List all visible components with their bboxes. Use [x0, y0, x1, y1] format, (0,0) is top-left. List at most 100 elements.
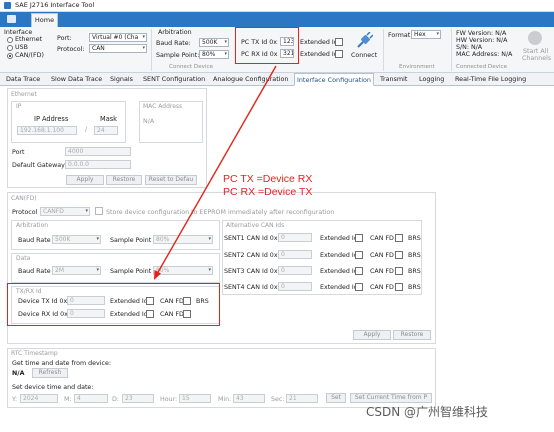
- store-eeprom-checkbox[interactable]: [95, 207, 103, 215]
- sent3-ext-label: Extended Id: [320, 268, 358, 275]
- port-select[interactable]: Virtual #0 (Cha ▾: [89, 33, 147, 42]
- sent3-canfd-checkbox[interactable]: [395, 267, 403, 275]
- tab-logging[interactable]: Logging: [417, 73, 446, 86]
- chevron-down-icon: ▾: [224, 51, 227, 57]
- chevron-down-icon: ▾: [208, 236, 211, 242]
- ethernet-title: Ethernet: [11, 91, 37, 98]
- connected-device-group-label: Connected Device: [456, 64, 508, 70]
- set-current-time-button[interactable]: Set Current Time from P: [350, 393, 432, 403]
- year-label: Y:: [12, 396, 18, 403]
- ethernet-apply-button[interactable]: Apply: [66, 175, 104, 185]
- serial-number: S/N: N/A: [456, 44, 483, 51]
- month-input[interactable]: 4: [74, 394, 108, 403]
- can-sample-point-label: Sample Point: [110, 237, 152, 244]
- sent4-can-id-label: SENT4 CAN Id 0x: [224, 284, 278, 291]
- baud-rate-select[interactable]: 500K ▾: [199, 38, 229, 47]
- start-all-channels-button[interactable]: Start All Channels: [519, 30, 551, 64]
- second-input[interactable]: 21: [286, 394, 318, 403]
- chevron-down-icon: ▾: [436, 31, 439, 37]
- pc-ids-highlight-box: [235, 27, 299, 64]
- tab-slow-data-trace[interactable]: Slow Data Trace: [49, 73, 104, 86]
- sent1-can-id-label: SENT1 CAN Id 0x: [224, 235, 278, 242]
- sent4-ext-checkbox[interactable]: [355, 283, 363, 291]
- mac-address-title: MAC Address: [143, 103, 183, 110]
- sent2-ext-label: Extended Id: [320, 252, 358, 259]
- radio-canfd[interactable]: [7, 53, 13, 59]
- tab-transmit[interactable]: Transmit: [378, 73, 409, 86]
- data-sample-point-select[interactable]: 80% ▾: [153, 266, 213, 275]
- ip-address-input[interactable]: 192.168.1.100: [17, 126, 77, 135]
- sent3-can-id-label: SENT3 CAN Id 0x: [224, 268, 278, 275]
- alternative-can-ids-title: Alternative CAN Ids: [226, 222, 285, 229]
- tab-signals[interactable]: Signals: [108, 73, 135, 86]
- sample-point-label: Sample Point:: [156, 52, 200, 59]
- hour-input[interactable]: 15: [179, 394, 211, 403]
- default-gateway-label: Default Gateway: [12, 162, 65, 169]
- sent2-canfd-label: CAN FD: [370, 252, 394, 259]
- year-input[interactable]: 2024: [20, 394, 58, 403]
- app-menu-icon[interactable]: [7, 15, 16, 23]
- port-input[interactable]: 4000: [65, 147, 131, 156]
- environment-group-label: Environment: [399, 64, 435, 70]
- tab-real-time-file-logging[interactable]: Real-Time File Logging: [453, 73, 528, 86]
- tab-interface-configuration[interactable]: Interface Configuration: [294, 73, 374, 86]
- rtc-title: RTC Timestamp: [11, 350, 58, 357]
- sent2-ext-checkbox[interactable]: [355, 251, 363, 259]
- sent2-canfd-checkbox[interactable]: [395, 251, 403, 259]
- format-select[interactable]: Hex ▾: [411, 30, 441, 39]
- chevron-down-icon: ▾: [85, 208, 88, 214]
- mask-label: Mask: [100, 115, 117, 123]
- ip-label: IP: [16, 103, 22, 110]
- hour-label: Hour:: [160, 396, 178, 403]
- reset-to-defaults-button[interactable]: Reset to Defau: [145, 175, 197, 185]
- default-gateway-input[interactable]: 0.0.0.0: [65, 160, 131, 169]
- connect-button[interactable]: Connect: [349, 30, 379, 62]
- tab-analogue-configuration[interactable]: Analogue Configuration: [211, 73, 290, 86]
- sent2-can-id-input[interactable]: 0: [278, 250, 312, 259]
- tab-data-trace[interactable]: Data Trace: [4, 73, 42, 86]
- tab-sent-configuration[interactable]: SENT Configuration: [141, 73, 207, 86]
- ribbon-separator: [451, 29, 452, 71]
- day-input[interactable]: 23: [122, 394, 154, 403]
- radio-usb[interactable]: [7, 45, 13, 51]
- set-time-button[interactable]: Set: [326, 393, 346, 403]
- can-protocol-label: Protocol: [12, 209, 38, 216]
- sent3-can-id-input[interactable]: 0: [278, 266, 312, 275]
- protocol-select[interactable]: CAN ▾: [89, 44, 147, 53]
- refresh-button[interactable]: Refresh: [32, 368, 68, 378]
- radio-canfd-label: CAN/(FD): [15, 52, 44, 59]
- sent1-can-id-input[interactable]: 0: [278, 233, 312, 242]
- can-sample-point-select[interactable]: 80% ▾: [153, 235, 213, 244]
- can-arbitration-title: Arbitration: [16, 222, 49, 229]
- second-label: Sec:: [271, 396, 285, 403]
- minute-input[interactable]: 43: [233, 394, 265, 403]
- arbitration-title: Arbitration: [158, 29, 192, 36]
- can-protocol-select[interactable]: CANFD ▾: [40, 207, 90, 216]
- sent4-can-id-input[interactable]: 0: [278, 282, 312, 291]
- radio-ethernet[interactable]: [7, 37, 13, 43]
- canfd-restore-button[interactable]: Restore: [393, 330, 431, 340]
- pc-tx-ext-checkbox[interactable]: [335, 38, 343, 46]
- sample-point-select[interactable]: 80% ▾: [199, 50, 229, 59]
- mask-input[interactable]: 24: [94, 126, 118, 135]
- menu-bar: [0, 12, 554, 27]
- sent3-canfd-label: CAN FD: [370, 268, 394, 275]
- sent1-ext-label: Extended Id: [320, 235, 358, 242]
- format-label: Format: [388, 32, 411, 39]
- sent1-ext-checkbox[interactable]: [355, 234, 363, 242]
- interface-label: Interface: [4, 29, 33, 36]
- sent3-ext-checkbox[interactable]: [355, 267, 363, 275]
- ethernet-restore-button[interactable]: Restore: [106, 175, 142, 185]
- data-baud-rate-select[interactable]: 2M ▾: [52, 266, 101, 275]
- chevron-down-icon: ▾: [224, 39, 227, 45]
- sent1-canfd-checkbox[interactable]: [395, 234, 403, 242]
- sent2-can-id-label: SENT2 CAN Id 0x: [224, 252, 278, 259]
- sent4-canfd-checkbox[interactable]: [395, 283, 403, 291]
- ribbon-separator: [151, 29, 152, 71]
- pc-rx-ext-checkbox[interactable]: [335, 50, 343, 58]
- tab-home[interactable]: Home: [31, 13, 58, 27]
- can-baud-rate-select[interactable]: 500K ▾: [52, 235, 101, 244]
- connect-device-group-label: Connect Device: [169, 64, 214, 70]
- canfd-apply-button[interactable]: Apply: [353, 330, 391, 340]
- annotation-line-2: PC RX =Device TX: [223, 186, 313, 198]
